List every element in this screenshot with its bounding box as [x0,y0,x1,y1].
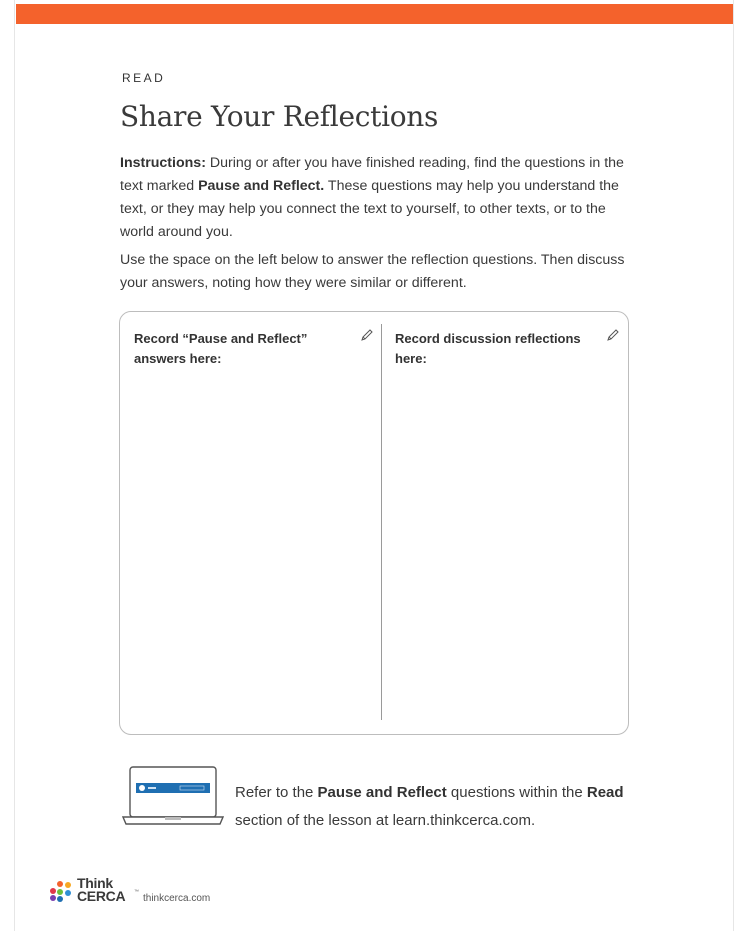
response-box: Record “Pause and Reflect” answers here:… [119,311,629,735]
thinkcerca-logo: Think CERCA ™ thinkcerca.com [48,876,228,908]
accent-bar [16,4,733,24]
pencil-icon[interactable] [606,328,620,342]
instructions-highlight: Pause and Reflect. [198,178,325,194]
logo-dots-icon [50,881,71,902]
right-column-label: Record discussion reflections here: [395,331,581,366]
refer-read: Read [586,784,624,801]
refer-text-1: Refer to the [235,784,318,801]
refer-text: Refer to the Pause and Reflect questions… [235,779,635,835]
left-column-label: Record “Pause and Reflect” answers here: [134,331,308,366]
instructions-paragraph: Instructions: During or after you have f… [120,152,640,244]
page-title: Share Your Reflections [120,100,439,133]
refer-text-3: section of the lesson at learn.thinkcerc… [235,812,536,829]
refer-text-2: questions within the [446,784,587,801]
usage-paragraph: Use the space on the left below to answe… [120,252,625,291]
refer-pause-reflect: Pause and Reflect [317,784,447,801]
pencil-icon[interactable] [360,328,374,342]
footer-url: thinkcerca.com [143,893,211,904]
section-label: READ [122,71,166,85]
instructions-label: Instructions: [120,155,206,171]
column-divider [381,324,382,720]
laptop-icon [122,766,224,825]
logo-cerca: CERCA [77,888,126,904]
logo-trademark: ™ [134,889,139,895]
